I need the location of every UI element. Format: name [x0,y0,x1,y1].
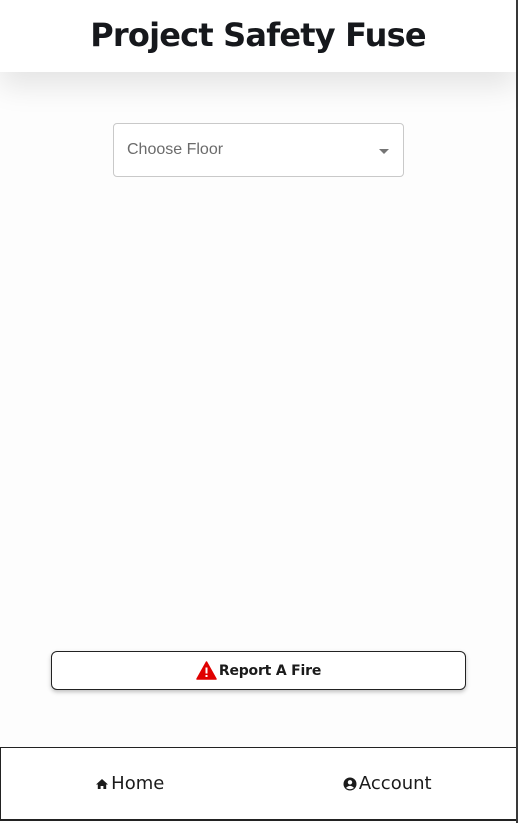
page-title: Project Safety Fuse [90,16,426,54]
account-circle-icon [343,777,357,791]
nav-label-account: Account [358,773,432,794]
floor-select[interactable]: Choose Floor [113,123,404,177]
report-fire-button[interactable]: Report A Fire [51,651,466,690]
warning-icon [196,661,217,680]
home-icon [95,777,109,791]
bottom-nav: Home Account [0,747,516,821]
nav-label-home: Home [111,773,165,794]
nav-item-account[interactable]: Account [259,748,517,819]
floor-select-placeholder: Choose Floor [127,141,224,158]
app-header: Project Safety Fuse [0,0,516,72]
report-fire-label: Report A Fire [218,662,322,679]
app-page: Project Safety Fuse Choose Floor Report … [0,0,518,823]
nav-item-home[interactable]: Home [1,748,259,819]
caret-down-icon [379,148,389,154]
